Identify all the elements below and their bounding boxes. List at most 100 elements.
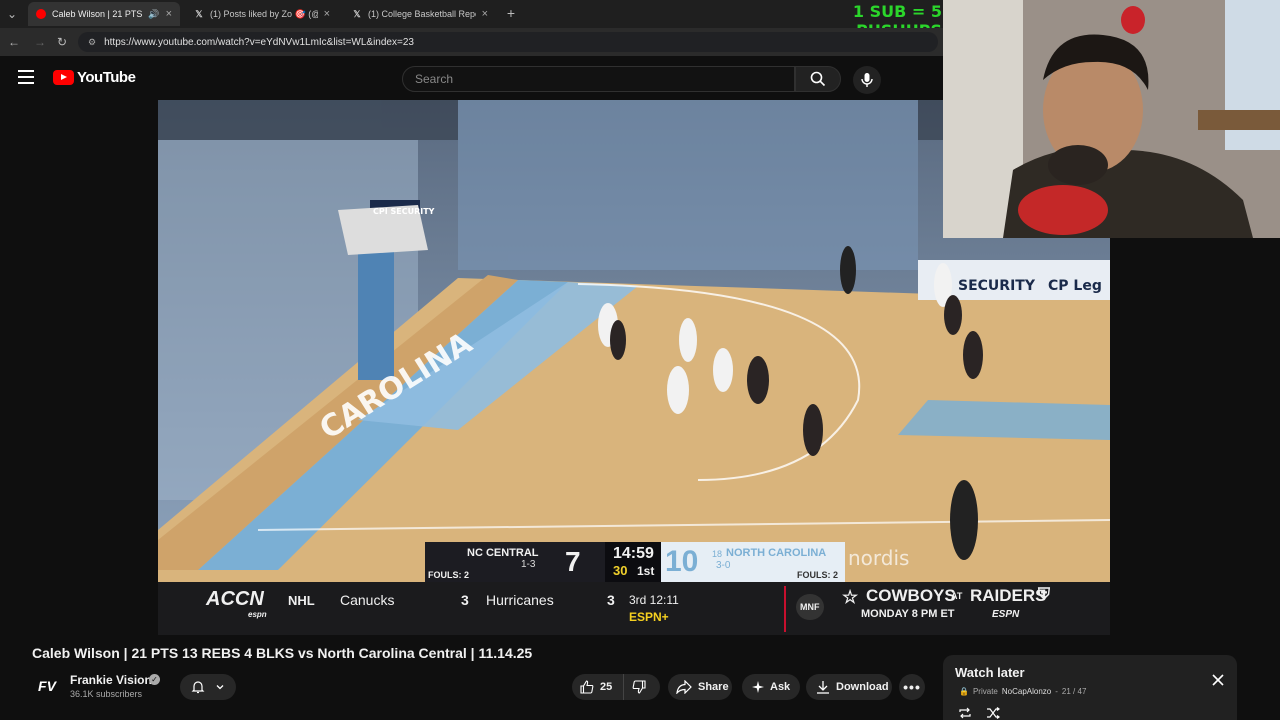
promo-team-1: COWBOYS bbox=[866, 586, 956, 605]
game-clock: 14:59 bbox=[613, 545, 654, 562]
tab-close-icon[interactable]: × bbox=[482, 8, 488, 20]
streamer-webcam bbox=[943, 0, 1280, 238]
menu-icon[interactable] bbox=[18, 70, 34, 84]
notification-bell-button[interactable] bbox=[180, 674, 236, 700]
reload-icon[interactable]: ↻ bbox=[54, 34, 70, 50]
new-tab-button[interactable]: + bbox=[503, 5, 519, 21]
share-label: Share bbox=[698, 681, 729, 693]
loop-icon[interactable] bbox=[958, 707, 972, 719]
raiders-shield-icon: ⛨ bbox=[1038, 586, 1051, 603]
more-horizontal-icon: ••• bbox=[903, 679, 921, 695]
home-team-rank: 18 bbox=[712, 549, 723, 559]
mnf-badge: MNF bbox=[796, 594, 824, 620]
download-button[interactable]: Download bbox=[806, 674, 892, 700]
back-arrow-icon[interactable]: ← bbox=[6, 34, 22, 50]
sub-pushups-banner: 1 SUB = 5 PUSHUPS bbox=[852, 2, 942, 40]
network-sub-logo: espn bbox=[248, 610, 267, 619]
verified-check-icon: ✓ bbox=[149, 674, 160, 685]
home-fouls: FOULS: 2 bbox=[797, 570, 839, 580]
promo-at: AT bbox=[951, 591, 963, 601]
close-icon[interactable] bbox=[1211, 673, 1225, 687]
floor-logo-text: nordis bbox=[848, 546, 909, 570]
x-favicon-icon: 𝕏 bbox=[195, 8, 203, 19]
tab-title: Caleb Wilson | 21 PTS 13 RE bbox=[52, 9, 144, 19]
tab-title: (1) Posts liked by Zo 🎯 (@alon bbox=[210, 8, 318, 19]
side-sponsor-text-2: CP Leg bbox=[1048, 278, 1102, 294]
home-team-name: NORTH CAROLINA bbox=[726, 547, 827, 559]
playlist-owner[interactable]: NoCapAlonzo bbox=[1002, 687, 1051, 696]
x-favicon-icon: 𝕏 bbox=[353, 8, 361, 19]
voice-search-button[interactable] bbox=[853, 66, 881, 94]
away-team-name: NC CENTRAL bbox=[467, 547, 539, 559]
microphone-icon bbox=[861, 73, 873, 87]
tab-search-chevron-icon[interactable]: ⌄ bbox=[4, 6, 20, 22]
away-score: 7 bbox=[565, 546, 581, 577]
ticker-away-score: 3 bbox=[461, 592, 469, 608]
dislike-button[interactable] bbox=[624, 674, 660, 700]
browser-tab[interactable]: 𝕏 (1) College Basketball Report o × bbox=[344, 2, 496, 26]
bell-icon bbox=[191, 681, 205, 694]
forward-arrow-icon[interactable]: → bbox=[32, 34, 48, 50]
ticker-league: NHL bbox=[288, 593, 315, 608]
youtube-favicon-icon bbox=[36, 9, 46, 19]
game-period: 1st bbox=[637, 564, 655, 578]
ask-label: Ask bbox=[770, 681, 791, 693]
channel-name[interactable]: Frankie Vision bbox=[70, 673, 152, 687]
away-fouls: FOULS: 2 bbox=[428, 570, 470, 580]
lock-icon: 🔒 bbox=[959, 687, 969, 696]
promo-team-2: RAIDERS bbox=[970, 586, 1047, 605]
board-sponsor-text: CPI SECURITY bbox=[373, 207, 435, 216]
home-team-record: 3-0 bbox=[716, 560, 731, 571]
playlist-meta: 🔒 Private NoCapAlonzo - 21 / 47 bbox=[959, 687, 1086, 696]
share-button[interactable]: Share bbox=[668, 674, 732, 700]
search-icon bbox=[810, 71, 826, 87]
subscriber-count: 36.1K subscribers bbox=[70, 689, 143, 699]
like-dislike-group: 25 bbox=[572, 674, 660, 700]
tab-close-icon[interactable]: × bbox=[324, 8, 330, 20]
thumbs-up-icon bbox=[580, 680, 594, 694]
download-label: Download bbox=[836, 681, 889, 693]
url-text: https://www.youtube.com/watch?v=eYdNVw1L… bbox=[104, 36, 414, 48]
browser-toolbar: ← → ↻ ⚙ https://www.youtube.com/watch?v=… bbox=[0, 28, 943, 56]
youtube-play-icon bbox=[53, 70, 74, 85]
ticker-channel: ESPN+ bbox=[629, 610, 669, 624]
ask-button[interactable]: Ask bbox=[742, 674, 800, 700]
video-title: Caleb Wilson | 21 PTS 13 REBS 4 BLKS vs … bbox=[32, 645, 533, 661]
away-team-record: 1-3 bbox=[521, 559, 536, 570]
ticker-divider bbox=[784, 586, 786, 632]
more-actions-button[interactable]: ••• bbox=[899, 674, 925, 700]
youtube-logo-text: YouTube bbox=[77, 69, 136, 86]
search-input[interactable]: Search bbox=[402, 66, 795, 92]
tab-close-icon[interactable]: × bbox=[166, 8, 172, 20]
shuffle-icon[interactable] bbox=[986, 707, 1000, 719]
browser-tab-active[interactable]: Caleb Wilson | 21 PTS 13 RE 🔊 × bbox=[28, 2, 180, 26]
meta-separator: - bbox=[1055, 687, 1058, 696]
chevron-down-icon bbox=[216, 685, 224, 690]
download-icon bbox=[817, 681, 829, 694]
playlist-position: 21 / 47 bbox=[1061, 687, 1087, 696]
playlist-title[interactable]: Watch later bbox=[955, 665, 1025, 680]
playlist-privacy: Private bbox=[972, 687, 998, 696]
channel-avatar[interactable]: FV bbox=[32, 673, 62, 699]
ticker-home-score: 3 bbox=[607, 592, 615, 608]
promo-network: ESPN bbox=[992, 609, 1020, 620]
watch-later-panel: Watch later 🔒 Private NoCapAlonzo - 21 /… bbox=[943, 655, 1237, 720]
speaker-icon[interactable]: 🔊 bbox=[148, 9, 159, 20]
youtube-header: YouTube Search bbox=[0, 56, 943, 100]
site-settings-icon[interactable]: ⚙ bbox=[88, 37, 96, 48]
share-arrow-icon bbox=[676, 680, 692, 694]
side-sponsor-text: SECURITY bbox=[958, 278, 1036, 294]
promo-time: MONDAY 8 PM ET bbox=[861, 608, 955, 620]
search-button[interactable] bbox=[795, 66, 841, 92]
like-button[interactable]: 25 bbox=[572, 674, 624, 700]
ticker-away-team: Canucks bbox=[340, 592, 395, 608]
address-bar[interactable]: ⚙ https://www.youtube.com/watch?v=eYdNVw… bbox=[78, 32, 938, 52]
ticker-game-status: 3rd 12:11 bbox=[629, 593, 679, 607]
browser-tab[interactable]: 𝕏 (1) Posts liked by Zo 🎯 (@alon × bbox=[186, 2, 338, 26]
sparkle-icon bbox=[752, 681, 764, 693]
shot-clock: 30 bbox=[613, 563, 628, 578]
network-logo: ACCN bbox=[206, 588, 264, 610]
star-icon: ☆ bbox=[842, 587, 859, 607]
webcam-scene bbox=[943, 0, 1280, 238]
youtube-logo[interactable]: YouTube bbox=[53, 69, 136, 86]
